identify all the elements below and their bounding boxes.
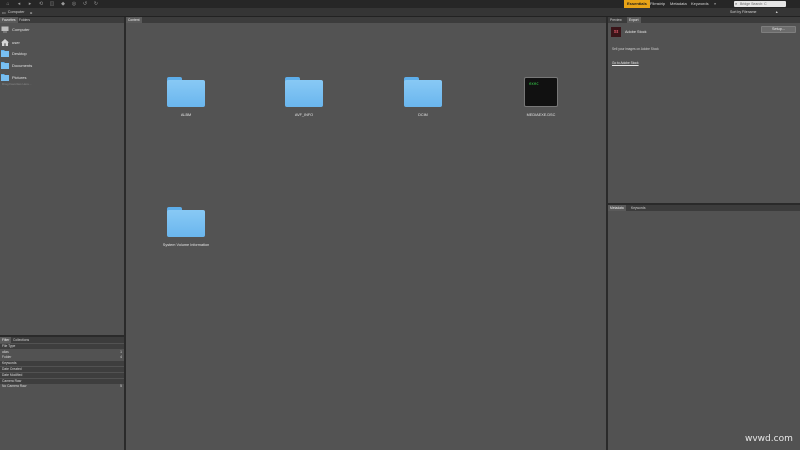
application-bar: ⌂ ◂ ▸ ⟲ ◫ ◆ ◎ ↺ ↻ Essentials Filmstrip M… (0, 0, 800, 8)
tab-preview[interactable]: Preview (608, 17, 624, 23)
tab-metadata[interactable]: Metadata (608, 205, 626, 211)
item-label: ALBM (180, 113, 192, 117)
folder-icon (167, 77, 205, 107)
content-item-mediaexe[interactable]: exec MEDIAEXE.DSC (496, 77, 586, 117)
workspace-menu-chevron-icon[interactable]: » (714, 0, 716, 8)
open-in-camera-raw-icon[interactable]: ◎ (71, 1, 77, 7)
workspace-essentials[interactable]: Essentials (624, 0, 650, 8)
path-bar: ▭ Computer ▸ Sort by Filename ▲ (0, 8, 800, 17)
tab-content[interactable]: Content (126, 17, 142, 23)
favorite-label: Pictures (12, 75, 27, 80)
folder-icon (1, 74, 9, 81)
content-tabstrip: Content (126, 17, 606, 23)
content-item-avf-info[interactable]: AVF_INFO (259, 77, 349, 117)
filter-file-type[interactable]: File Type (0, 344, 124, 349)
home-icon (1, 39, 9, 46)
filter-folder[interactable]: Folder 4 (0, 355, 124, 360)
sort-direction-icon[interactable]: ▲ (775, 8, 778, 17)
folder-icon (167, 207, 205, 237)
executable-icon: exec (524, 77, 558, 107)
favorites-tabstrip: Favorites Folders (0, 17, 124, 23)
content-item-albm[interactable]: ALBM (141, 77, 231, 117)
content-panel: Content ALBM AVF_INFO DCIM exec MEDIAEXE… (126, 17, 606, 450)
back-icon[interactable]: ◂ (16, 1, 22, 7)
favorite-desktop[interactable]: Desktop (0, 48, 124, 59)
camera-icon[interactable]: ◫ (49, 1, 55, 7)
content-item-dcim[interactable]: DCIM (378, 77, 468, 117)
computer-icon (1, 26, 9, 33)
forward-icon[interactable]: ▸ (27, 1, 33, 7)
folder-icon (285, 77, 323, 107)
adobe-stock-title: Adobe Stock (625, 30, 647, 34)
search-input[interactable]: ⌕ Bridge Search: C (734, 1, 786, 7)
metadata-tabstrip: Metadata Keywords (608, 205, 800, 211)
favorite-computer[interactable]: Computer (0, 24, 124, 35)
tab-folders[interactable]: Folders (17, 17, 32, 23)
tab-favorites[interactable]: Favorites (0, 17, 18, 23)
filter-keywords[interactable]: Keywords (0, 361, 124, 366)
filter-no-camera-raw[interactable]: No Camera Raw 5 (0, 384, 124, 389)
rotate-right-icon[interactable]: ↻ (93, 1, 99, 7)
filter-panel: Filter Collections File Type alias 1 Fold… (0, 337, 124, 450)
item-label: System Volume Information (162, 243, 210, 247)
setup-button[interactable]: Setup... (761, 26, 796, 33)
item-label: AVF_INFO (294, 113, 314, 117)
tab-filter[interactable]: Filter (0, 337, 12, 343)
workspace-filmstrip[interactable]: Filmstrip (650, 0, 665, 8)
folder-icon (1, 62, 9, 69)
go-to-adobe-stock-link[interactable]: Go to Adobe Stock (612, 61, 639, 65)
preview-tabstrip: Preview Export (608, 17, 800, 23)
workspace-keywords[interactable]: Keywords (691, 0, 709, 8)
search-icon: ⌕ (735, 1, 738, 6)
adobe-stock-description: Sell your images on Adobe Stock (612, 47, 659, 51)
item-label: DCIM (418, 113, 428, 117)
favorites-drop-hint: Drag Favorites Here... (2, 82, 32, 86)
breadcrumb-chevron-icon[interactable]: ▸ (30, 10, 32, 15)
content-item-system-volume-information[interactable]: System Volume Information (141, 207, 231, 247)
tab-keywords[interactable]: Keywords (629, 205, 647, 211)
filter-tabstrip: Filter Collections (0, 337, 124, 343)
metadata-panel: Metadata Keywords (608, 205, 800, 450)
rotate-left-icon[interactable]: ↺ (82, 1, 88, 7)
tab-export[interactable]: Export (627, 17, 641, 23)
favorite-documents[interactable]: Documents (0, 60, 124, 71)
refine-icon[interactable]: ◆ (60, 1, 66, 7)
recent-icon[interactable]: ⟲ (38, 1, 44, 7)
favorite-label: Desktop (12, 51, 27, 56)
sort-by-dropdown[interactable]: Sort by Filename (730, 8, 756, 17)
folder-icon (404, 77, 442, 107)
favorite-user[interactable]: user (0, 37, 124, 48)
preview-panel: Preview Export St Adobe Stock Setup... S… (608, 17, 800, 203)
favorites-panel: Favorites Folders Computer user Desktop … (0, 17, 124, 335)
tab-collections[interactable]: Collections (11, 337, 31, 343)
folder-icon (1, 50, 9, 57)
watermark: wvwd.com (745, 434, 793, 444)
filter-date-created[interactable]: Date Created (0, 367, 124, 372)
favorite-label: Documents (12, 63, 33, 68)
adobe-stock-logo: St (611, 27, 621, 37)
computer-icon: ▭ (2, 9, 6, 15)
workspace-metadata[interactable]: Metadata (670, 0, 687, 8)
filter-date-modified[interactable]: Date Modified (0, 373, 124, 378)
breadcrumb-computer[interactable]: Computer (8, 10, 25, 14)
favorite-label: user (12, 40, 20, 45)
item-label: MEDIAEXE.DSC (526, 113, 556, 117)
home-icon[interactable]: ⌂ (5, 1, 11, 7)
favorite-label: Computer (12, 27, 30, 32)
